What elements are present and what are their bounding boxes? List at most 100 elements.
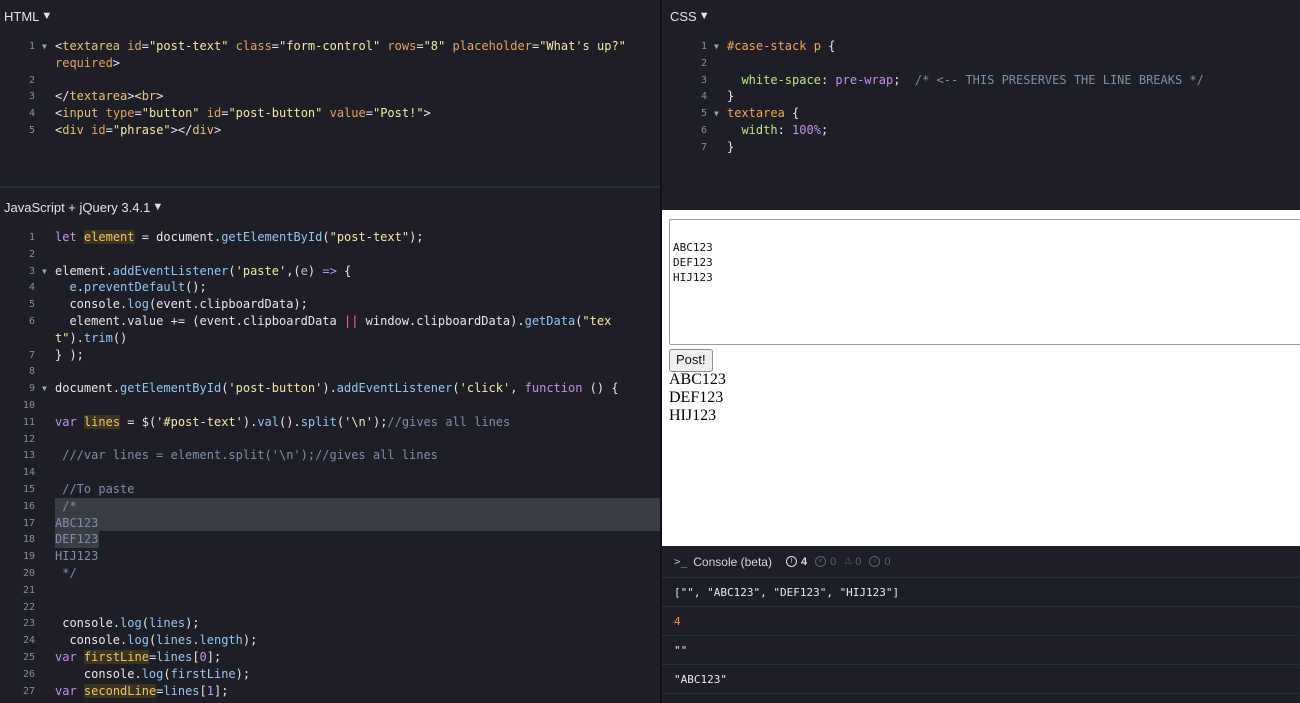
code-token: element.value += (event.clipboardData [55, 314, 344, 328]
code-token: = [365, 106, 373, 121]
line-number: 5 [28, 125, 35, 136]
js-panel-dropdown-icon[interactable]: ▼ [152, 201, 163, 213]
code-token: #case-stack p [727, 39, 821, 53]
code-token: pre-wrap [835, 72, 894, 87]
info-count-badge[interactable]: ! 4 [785, 556, 807, 568]
line-number: 5 [700, 108, 707, 120]
line-number: 11 [22, 416, 35, 428]
terminal-icon: >_ [674, 555, 688, 568]
fold-arrow-icon[interactable]: ▼ [714, 38, 719, 55]
code-token: } [727, 139, 735, 154]
code-token: lines [156, 633, 193, 648]
code-line: required> [55, 55, 120, 72]
code-token: > [214, 123, 222, 137]
code-token: 'paste' [235, 263, 287, 278]
code-token: secondLine [83, 683, 157, 698]
code-token: //gives all lines [387, 414, 511, 429]
code-token: trim [83, 330, 113, 345]
code-token: "tex [582, 314, 612, 328]
fold-arrow-icon[interactable]: ▼ [42, 38, 47, 55]
code-token: getElementById [120, 381, 222, 396]
code-token: firstLine [83, 650, 149, 664]
code-token: "8" [423, 39, 446, 53]
post-textarea[interactable]: ABC123 DEF123 HIJ123 [669, 219, 1300, 345]
code-token: var [55, 650, 77, 664]
code-line: <textarea id="post-text" class="form-con… [55, 38, 626, 55]
line-number: 2 [700, 57, 707, 69]
code-line: width: 100%; [727, 122, 828, 139]
code-token: log [141, 666, 164, 681]
code-token: window.clipboardData). [358, 314, 525, 328]
code-token: lines [148, 616, 186, 631]
line-number: 2 [28, 74, 35, 86]
code-token: = $( [120, 414, 157, 429]
js-code-area[interactable]: 1 let element = document.getElementById("… [0, 226, 660, 703]
code-token: ). [322, 381, 337, 396]
post-button[interactable]: Post! [669, 349, 713, 372]
html-editor-panel: HTML ▼ 1 ▼ <textarea id="post-text" class=… [0, 0, 660, 186]
log-count-badge[interactable]: i 0 [869, 556, 891, 568]
html-panel-header: HTML ▼ [0, 0, 660, 32]
code-token: rows [387, 39, 417, 53]
code-token: || [343, 314, 359, 328]
code-token: : [777, 123, 793, 137]
code-token: width [741, 123, 778, 137]
selection-highlight [55, 497, 660, 515]
line-number: 25 [22, 652, 35, 663]
code-token: e [69, 280, 77, 295]
code-line: console.log(event.clipboardData); [55, 296, 307, 313]
console-header[interactable]: >_ Console (beta) ! 4 × 0 ⚠ 0 i 0 [662, 546, 1300, 578]
code-token: ( [452, 381, 460, 396]
code-token: } ); [55, 347, 84, 362]
line-number: 19 [22, 551, 35, 563]
line-number: 23 [22, 618, 35, 630]
line-number: 1 [28, 41, 35, 52]
css-code-area[interactable]: 1 ▼ #case-stack p {2 3 white-space: pre-wra… [672, 32, 1300, 202]
fold-arrow-icon[interactable]: ▼ [42, 263, 47, 280]
warning-count-badge[interactable]: ⚠ 0 [844, 556, 861, 568]
line-number: 4 [28, 282, 35, 294]
code-token: ); [409, 230, 424, 244]
code-line: //To paste [55, 481, 134, 498]
code-line: <div id="phrase"></div> [55, 122, 221, 139]
console-title: Console (beta) [693, 554, 772, 569]
code-line: white-space: pre-wrap; /* <-- THIS PRESE… [727, 72, 1203, 89]
code-token: textarea [69, 89, 128, 104]
html-code-area[interactable]: 1 ▼ <textarea id="post-text" class="form-c… [0, 32, 660, 182]
warning-icon: ⚠ [844, 556, 853, 566]
code-token: preventDefault [83, 280, 186, 295]
error-count: 0 [830, 555, 837, 568]
code-token: e [300, 263, 308, 278]
code-token: console. [55, 616, 121, 631]
css-panel-dropdown-icon[interactable]: ▼ [699, 10, 710, 22]
error-count-badge[interactable]: × 0 [815, 556, 836, 568]
code-token: ). [242, 414, 258, 429]
code-token: = [141, 39, 149, 53]
line-number: 9 [28, 383, 35, 395]
code-token: = document. [134, 230, 222, 244]
code-token: */ [55, 566, 77, 580]
line-number: 24 [22, 635, 35, 647]
code-token: function [524, 381, 583, 396]
code-token: lines [156, 650, 193, 664]
code-token: "Post!" [372, 106, 424, 121]
fold-arrow-icon[interactable]: ▼ [714, 105, 719, 122]
code-token: getElementById [221, 230, 323, 244]
code-line: element.value += (event.clipboardData ||… [55, 313, 611, 330]
selection-highlight [55, 514, 660, 532]
fold-arrow-icon[interactable]: ▼ [42, 380, 47, 397]
code-token: type [105, 106, 135, 121]
console-entry: 4 [662, 607, 1300, 636]
code-token: div [192, 123, 215, 137]
code-line: HIJ123 [55, 548, 98, 565]
line-number: 3 [28, 91, 35, 103]
html-panel-dropdown-icon[interactable]: ▼ [41, 10, 52, 22]
code-token: } [727, 89, 735, 104]
code-token: console. [55, 633, 128, 648]
code-token: ,( [286, 263, 301, 278]
code-token: > [423, 106, 431, 121]
code-token: id [206, 106, 222, 121]
